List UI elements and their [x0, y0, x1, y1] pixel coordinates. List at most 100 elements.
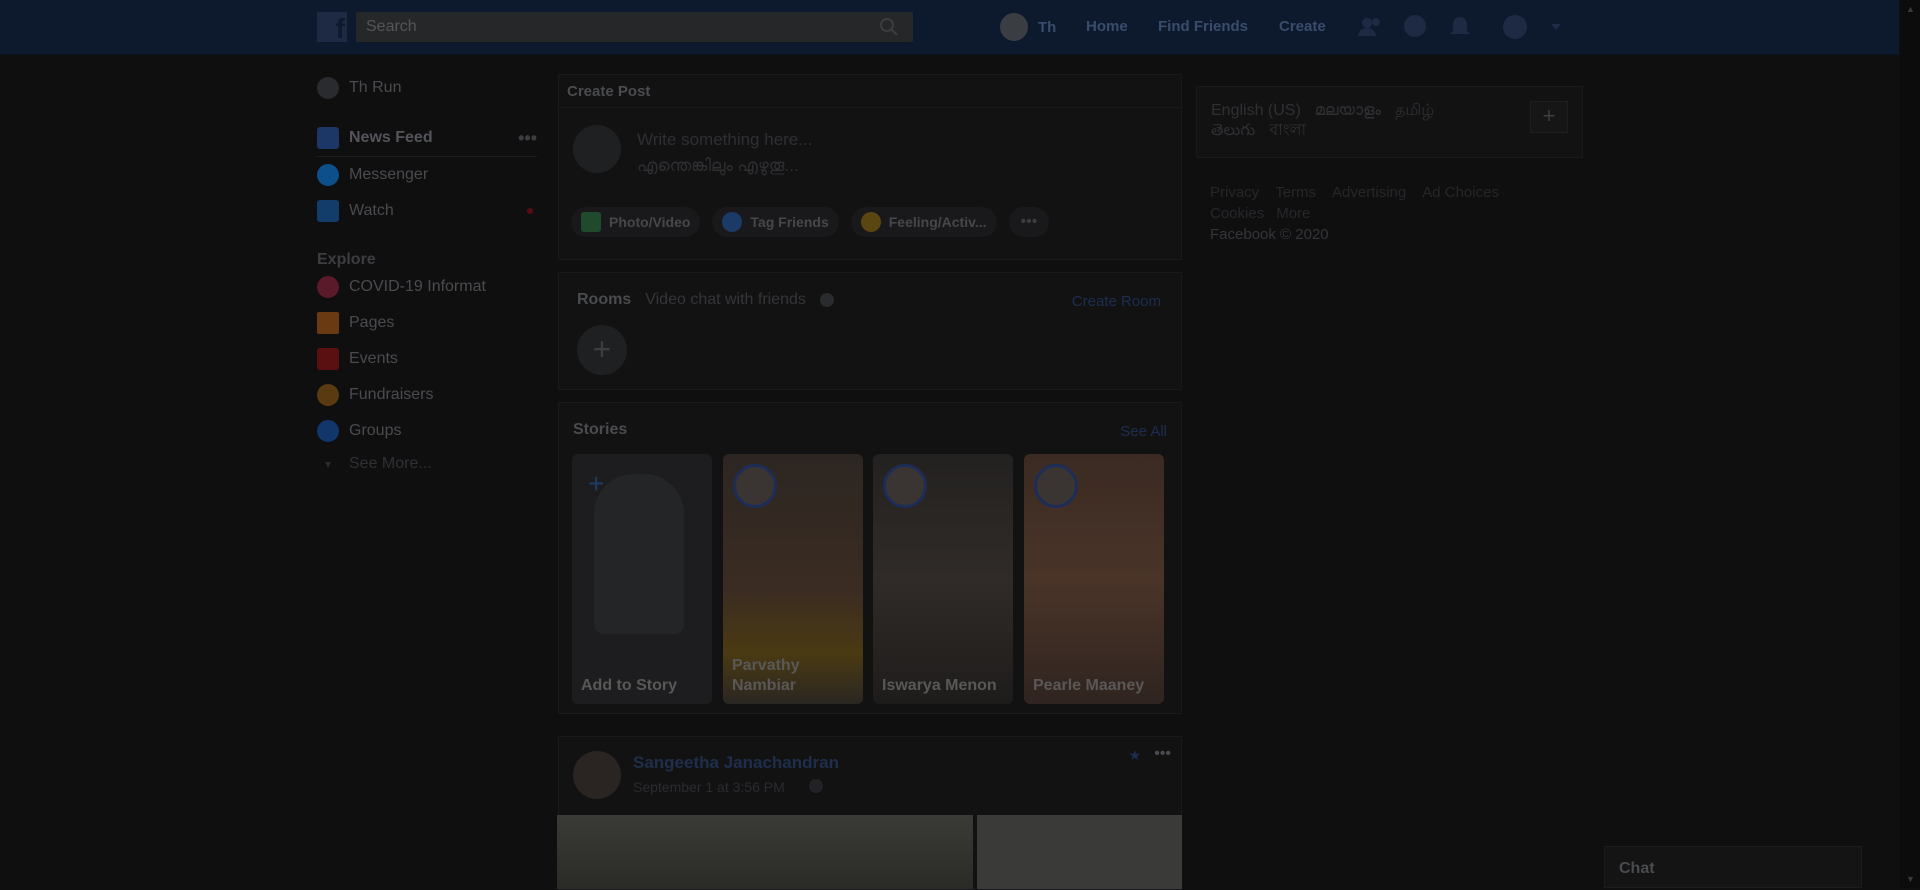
create-post-title: Create Post [567, 83, 651, 100]
language-tamil[interactable]: தமிழ் [1395, 101, 1434, 121]
story-name: Pearle Maaney [1033, 677, 1145, 694]
search-icon[interactable] [879, 17, 899, 37]
story-add[interactable]: + Add to Story [572, 454, 712, 704]
tag-friends-button[interactable]: Tag Friends [712, 207, 839, 237]
language-telugu[interactable]: తెలుగు [1211, 121, 1255, 141]
news-feed-icon [317, 127, 339, 149]
terms-link[interactable]: Terms [1275, 182, 1316, 203]
story-name: Iswarya Menon [882, 677, 997, 694]
scroll-up-icon[interactable]: ▲ [1906, 4, 1915, 14]
add-room-button[interactable]: + [577, 325, 627, 375]
ad-choices-link[interactable]: Ad Choices [1422, 182, 1499, 203]
chevron-down-icon: ▾ [324, 457, 332, 471]
feeling-icon [860, 212, 881, 232]
sidebar-item-pages[interactable]: Pages [317, 305, 537, 341]
help-icon[interactable] [1502, 14, 1528, 40]
cookies-link[interactable]: Cookies [1210, 203, 1264, 224]
profile-shortcut[interactable]: Th [1000, 12, 1056, 42]
info-icon[interactable] [819, 293, 834, 307]
privacy-link[interactable]: Privacy [1210, 182, 1259, 203]
more-link[interactable]: More [1276, 203, 1310, 224]
story-name: Add to Story [581, 677, 677, 694]
story-iswarya[interactable]: Iswarya Menon [873, 454, 1013, 704]
profile-link[interactable]: Th Run [317, 70, 537, 106]
sidebar-item-label: News Feed [349, 129, 433, 146]
composer-placeholder: Write something here... [637, 130, 813, 149]
profile-name: Th [1038, 18, 1057, 36]
create-link[interactable]: Create [1279, 18, 1326, 35]
more-options-icon[interactable]: ••• [1154, 745, 1171, 763]
sidebar-item-label: Watch [349, 202, 394, 219]
explore-heading: Explore [317, 251, 376, 268]
messenger-icon[interactable] [1402, 14, 1428, 40]
post-image[interactable] [557, 815, 973, 889]
advertising-link[interactable]: Advertising [1332, 182, 1406, 203]
notifications-icon[interactable] [1447, 14, 1473, 40]
privacy-icon[interactable] [809, 779, 823, 793]
sidebar-item-messenger[interactable]: Messenger [317, 157, 537, 193]
search-input[interactable] [356, 12, 876, 42]
avatar[interactable] [573, 751, 621, 799]
avatar [1000, 13, 1028, 41]
sidebar-item-events[interactable]: Events [317, 341, 537, 377]
notification-dot [527, 208, 533, 214]
sidebar-item-label: Pages [349, 314, 395, 331]
post-composer[interactable]: Write something here... എന്തെങ്കിലും എഴു… [637, 127, 812, 179]
chat-bar[interactable]: Chat [1604, 846, 1862, 888]
sidebar-item-label: COVID-19 Informat [349, 278, 486, 295]
more-actions-button[interactable]: ••• [1008, 207, 1050, 237]
more-options-icon[interactable]: ••• [518, 128, 537, 149]
language-bengali[interactable]: বাংলা [1269, 121, 1306, 141]
groups-icon [317, 420, 339, 442]
fundraisers-icon [317, 384, 339, 406]
story-pearle[interactable]: Pearle Maaney [1024, 454, 1164, 704]
sidebar-item-watch[interactable]: Watch [317, 193, 537, 229]
story-name: Parvathy Nambiar [732, 657, 800, 694]
avatar [317, 77, 339, 99]
see-all-link[interactable]: See All [1120, 423, 1167, 440]
sidebar-item-groups[interactable]: Groups [317, 413, 537, 449]
avatar [883, 464, 927, 508]
pages-icon [317, 312, 339, 334]
events-icon [317, 348, 339, 370]
scroll-down-icon[interactable]: ▼ [1906, 874, 1915, 884]
profile-name: Th Run [349, 79, 402, 96]
post-timestamp[interactable]: September 1 at 3:56 PM [633, 779, 785, 795]
copyright: Facebook © 2020 [1210, 226, 1329, 243]
composer-placeholder-ml: എന്തെങ്കിലും എഴുതൂ... [637, 156, 799, 175]
see-more-link[interactable]: ▾ See More... [317, 449, 537, 479]
stories-title: Stories [573, 421, 628, 438]
avatar [733, 464, 777, 508]
top-navigation-bar: f Th Home Find Friends Create [0, 0, 1899, 55]
post-image[interactable] [977, 815, 1182, 889]
photo-video-button[interactable]: Photo/Video [571, 207, 701, 237]
messenger-icon [317, 164, 339, 186]
post-author[interactable]: Sangeetha Janachandran [633, 753, 839, 773]
right-column: English (US) മലയാളം தமிழ் తెలుగు বাংলা +… [1196, 86, 1583, 245]
chevron-down-icon[interactable] [1548, 14, 1564, 40]
find-friends-link[interactable]: Find Friends [1158, 18, 1248, 35]
language-english[interactable]: English (US) [1211, 101, 1301, 121]
sidebar-item-covid[interactable]: COVID-19 Informat [317, 269, 537, 305]
add-language-button[interactable]: + [1530, 101, 1568, 133]
sidebar-item-fundraisers[interactable]: Fundraisers [317, 377, 537, 413]
friend-requests-icon[interactable] [1357, 14, 1383, 40]
sidebar-item-news-feed[interactable]: News Feed ••• [317, 120, 537, 157]
feeling-activity-button[interactable]: Feeling/Activ... [850, 207, 997, 237]
star-icon[interactable]: ★ [1128, 747, 1141, 764]
language-malayalam[interactable]: മലയാളം [1315, 101, 1381, 121]
rooms-subtitle: Video chat with friends [645, 291, 806, 308]
scrollbar[interactable]: ▲ ▼ [1900, 0, 1920, 888]
story-parvathy[interactable]: Parvathy Nambiar [723, 454, 863, 704]
left-navigation: Th Run News Feed ••• Messenger Watch Exp… [317, 70, 537, 479]
home-link[interactable]: Home [1086, 18, 1128, 35]
watch-icon [317, 200, 339, 222]
photo-icon [581, 212, 601, 232]
sidebar-item-label: Fundraisers [349, 386, 434, 403]
search-box[interactable] [356, 12, 913, 42]
language-card: English (US) മലയാളം தமிழ் తెలుగు বাংলা + [1196, 86, 1583, 158]
facebook-logo-icon[interactable]: f [317, 12, 347, 44]
sidebar-item-label: Events [349, 350, 398, 367]
create-room-link[interactable]: Create Room [1072, 293, 1161, 310]
avatar [1034, 464, 1078, 508]
